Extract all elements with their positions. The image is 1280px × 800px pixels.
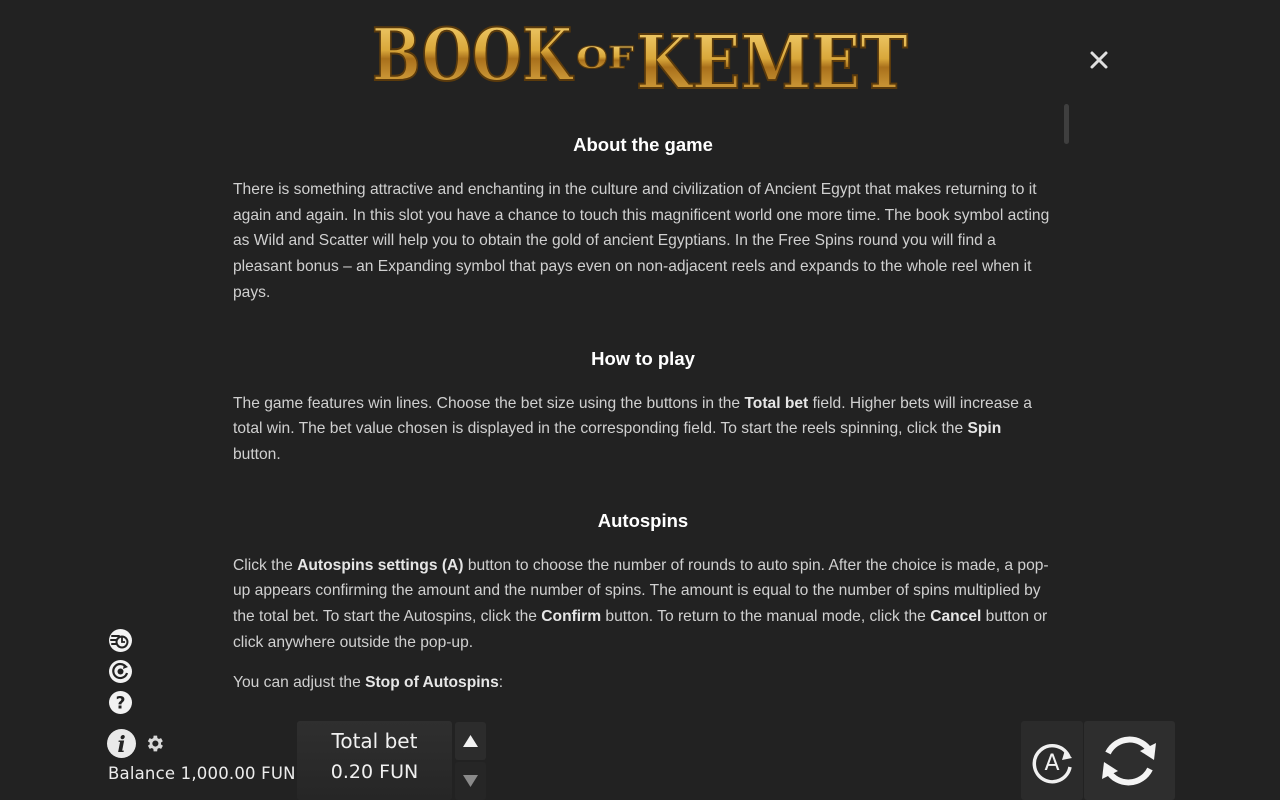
settings-button[interactable] bbox=[144, 733, 165, 754]
autospin-icon: A bbox=[1032, 743, 1072, 784]
help-icon: ? bbox=[109, 691, 132, 714]
sound-button[interactable] bbox=[108, 659, 133, 684]
total-bet-value: 0.20 FUN bbox=[330, 761, 419, 783]
close-button[interactable] bbox=[1086, 47, 1112, 73]
close-icon bbox=[1090, 51, 1108, 69]
about-paragraph: There is something attractive and enchan… bbox=[233, 181, 1050, 301]
total-bet-label: Total bet bbox=[331, 729, 418, 753]
howto-paragraph: The game features win lines. Choose the … bbox=[233, 394, 1032, 463]
autospins-settings-button[interactable]: A bbox=[1021, 721, 1083, 800]
rules-content: About the game There is something attrac… bbox=[233, 124, 1053, 696]
section-title-autospins: Autospins bbox=[597, 509, 689, 531]
section-title-howto: How to play bbox=[591, 347, 695, 369]
turbo-spin-icon bbox=[109, 629, 132, 652]
bet-increase-button[interactable] bbox=[455, 722, 486, 760]
gear-icon bbox=[147, 735, 163, 752]
section-title-about: About the game bbox=[573, 134, 713, 155]
svg-text:i: i bbox=[117, 732, 125, 758]
turbo-spin-button[interactable] bbox=[108, 628, 133, 653]
spin-icon bbox=[1102, 736, 1156, 786]
scrollbar-thumb[interactable] bbox=[1064, 104, 1069, 144]
sound-icon bbox=[109, 660, 132, 683]
svg-text:?: ? bbox=[116, 694, 126, 714]
triangle-up-icon bbox=[463, 735, 478, 747]
logo-word-book: BOOK bbox=[372, 12, 574, 97]
balance-display: Balance 1,000.00 FUN bbox=[108, 764, 296, 783]
triangle-down-icon bbox=[463, 775, 478, 787]
logo-word-kemet: KEMET bbox=[636, 20, 908, 102]
bet-decrease-button[interactable] bbox=[455, 762, 486, 800]
help-button[interactable]: ? bbox=[108, 690, 133, 715]
logo-word-of: OF bbox=[576, 41, 634, 76]
autospins-stop-paragraph: You can adjust the Stop of Autospins: bbox=[233, 674, 504, 692]
autospins-paragraph: Click the Autospins settings (A) button … bbox=[233, 556, 1049, 651]
info-button[interactable]: i bbox=[106, 728, 137, 759]
info-icon: i bbox=[107, 729, 136, 758]
total-bet-panel: Total bet 0.20 FUN bbox=[297, 721, 452, 800]
spin-button[interactable] bbox=[1084, 721, 1175, 800]
autospin-letter: A bbox=[1044, 751, 1059, 776]
game-logo: BOOK OF KEMET bbox=[368, 10, 914, 102]
